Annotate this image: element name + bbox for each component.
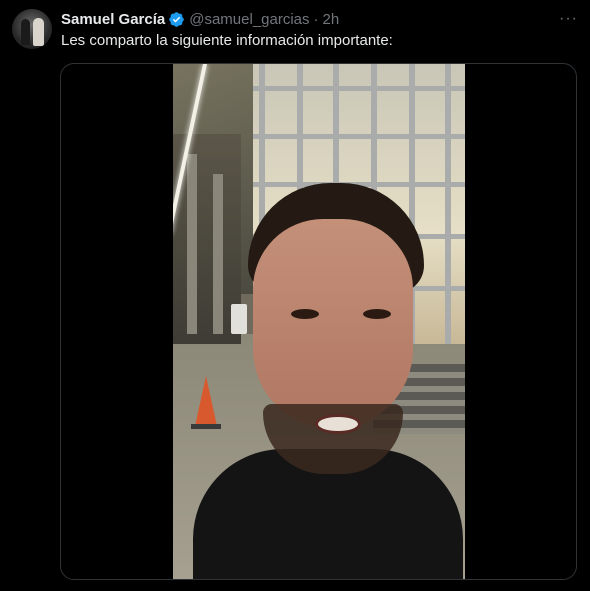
avatar-figure-left bbox=[21, 19, 30, 45]
facade-transom bbox=[253, 134, 465, 139]
user-handle[interactable]: @samuel_garcias bbox=[189, 11, 309, 28]
mouth bbox=[315, 414, 361, 434]
speaker bbox=[193, 179, 463, 579]
avatar-figure-right bbox=[33, 18, 44, 46]
left-eye bbox=[291, 309, 319, 319]
more-options-icon[interactable]: ··· bbox=[559, 10, 578, 28]
tweet[interactable]: Samuel García @samuel_garcias · 2h ··· L… bbox=[0, 0, 590, 591]
video-player[interactable] bbox=[60, 63, 577, 580]
face bbox=[253, 219, 413, 429]
separator-dot: · bbox=[313, 10, 319, 28]
tweet-text: Les comparto la siguiente información im… bbox=[61, 32, 393, 49]
tweet-header: Samuel García @samuel_garcias · 2h bbox=[61, 10, 339, 28]
facade-transom bbox=[253, 86, 465, 91]
avatar[interactable] bbox=[12, 9, 52, 49]
verified-badge-icon bbox=[168, 11, 185, 28]
video-frame bbox=[173, 64, 465, 579]
display-name[interactable]: Samuel García bbox=[61, 11, 165, 28]
timestamp[interactable]: 2h bbox=[323, 11, 340, 28]
right-eye bbox=[363, 309, 391, 319]
